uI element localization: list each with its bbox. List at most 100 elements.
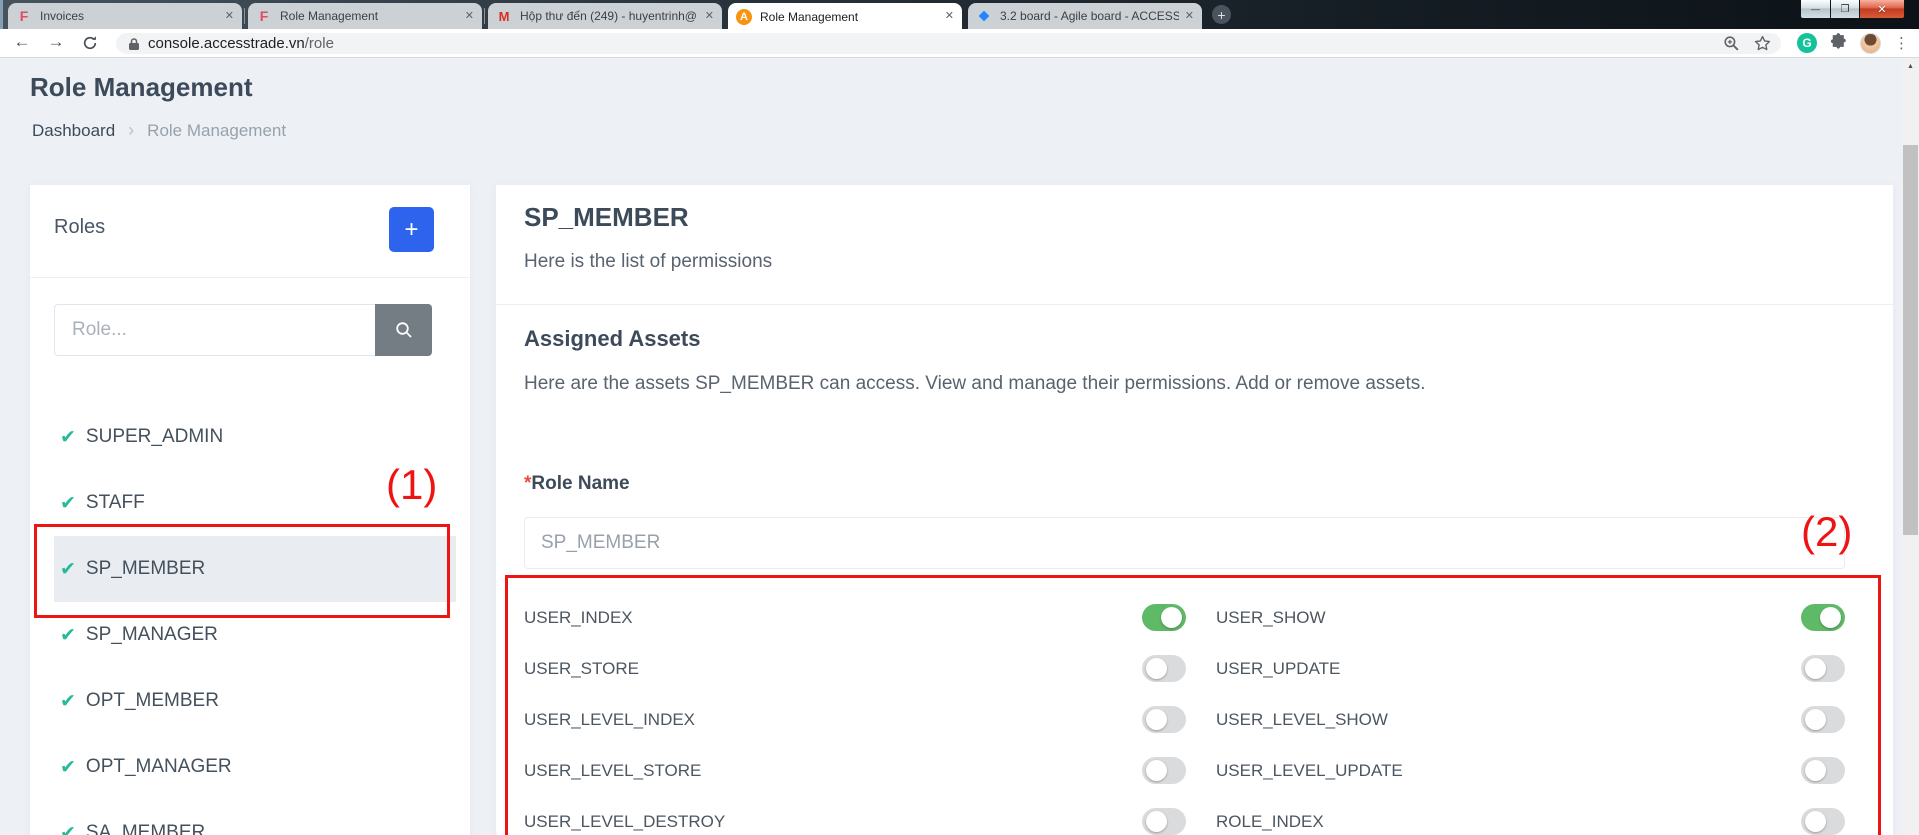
role-list: ✔ SUPER_ADMIN ✔ STAFF ✔ SP_MEMBER ✔ SP_M… — [30, 404, 470, 835]
minimize-button[interactable]: — — [1800, 0, 1830, 19]
back-button[interactable]: ← — [10, 32, 34, 52]
role-name-input[interactable] — [524, 517, 1845, 569]
tab-jira-board[interactable]: 3.2 board - Agile board - ACCESS ✕ — [968, 3, 1202, 29]
close-icon[interactable]: ✕ — [705, 11, 714, 22]
scrollbar-thumb[interactable] — [1903, 145, 1918, 535]
permission-label: USER_LEVEL_SHOW — [1216, 710, 1388, 730]
role-label: SP_MANAGER — [86, 624, 218, 646]
role-search-input[interactable] — [54, 304, 375, 356]
url-domain: console.accesstrade.vn — [148, 35, 305, 52]
role-item-sp-manager[interactable]: ✔ SP_MANAGER — [54, 602, 456, 668]
permission-label: USER_LEVEL_DESTROY — [524, 812, 725, 832]
role-item-opt-manager[interactable]: ✔ OPT_MANAGER — [54, 734, 456, 800]
role-item-sp-member[interactable]: ✔ SP_MEMBER — [54, 536, 456, 602]
toggle-user-level-store[interactable] — [1142, 757, 1186, 784]
tab-title: Hộp thư đến (249) - huyentrinh@ — [520, 9, 699, 23]
toggle-user-update[interactable] — [1801, 655, 1845, 682]
tab-title: Role Management — [760, 10, 939, 24]
frappe-icon: F — [256, 8, 272, 24]
refresh-button[interactable] — [78, 35, 102, 56]
role-name-label: *Role Name — [524, 473, 630, 495]
check-icon: ✔ — [60, 822, 76, 835]
browser-toolbar: ← → console.accesstrade.vn/role G ⋮ — [0, 29, 1919, 58]
permission-label: USER_LEVEL_UPDATE — [1216, 761, 1403, 781]
tab-strip: F Invoices ✕ F Role Management ✕ M Hộp t… — [8, 3, 1208, 29]
toggle-user-level-index[interactable] — [1142, 706, 1186, 733]
roles-panel: Roles + ✔ SUPER_ADMIN ✔ STAFF ✔ SP_MEMBE… — [30, 185, 470, 835]
role-label: SP_MEMBER — [86, 558, 205, 580]
accesstrade-icon: A — [736, 9, 752, 25]
permission-label: USER_SHOW — [1216, 608, 1326, 628]
role-detail-subheading: Here is the list of permissions — [524, 251, 772, 273]
add-role-button[interactable]: + — [389, 207, 434, 252]
address-bar[interactable]: console.accesstrade.vn/role — [116, 33, 1781, 54]
toggle-user-level-destroy[interactable] — [1142, 808, 1186, 835]
close-icon[interactable]: ✕ — [225, 11, 234, 22]
check-icon: ✔ — [60, 624, 76, 647]
permissions-grid: USER_INDEX USER_SHOW USER_STORE USER_UPD… — [524, 592, 1850, 835]
zoom-page-icon[interactable] — [1723, 35, 1740, 57]
tab-gmail-inbox[interactable]: M Hộp thư đến (249) - huyentrinh@ ✕ — [488, 3, 722, 29]
window-controls: — ❐ ✕ — [1800, 0, 1905, 19]
tab-title: 3.2 board - Agile board - ACCESS — [1000, 9, 1179, 23]
frappe-icon: F — [16, 8, 32, 24]
scroll-up-arrow-icon[interactable]: ▲ — [1902, 58, 1919, 75]
toggle-user-store[interactable] — [1142, 655, 1186, 682]
role-item-super-admin[interactable]: ✔ SUPER_ADMIN — [54, 404, 456, 470]
check-icon: ✔ — [60, 690, 76, 713]
grammarly-icon[interactable]: G — [1797, 33, 1817, 53]
tab-title: Invoices — [40, 9, 219, 23]
check-icon: ✔ — [60, 492, 76, 515]
new-tab-button[interactable]: + — [1212, 5, 1231, 24]
permission-label: USER_INDEX — [524, 608, 633, 628]
close-window-button[interactable]: ✕ — [1859, 0, 1905, 19]
roles-panel-header: Roles + — [30, 185, 470, 277]
role-label: STAFF — [86, 492, 145, 514]
close-icon[interactable]: ✕ — [465, 11, 474, 22]
tab-title: Role Management — [280, 9, 459, 23]
jira-icon — [976, 8, 992, 24]
search-button[interactable] — [375, 304, 432, 356]
toggle-user-show[interactable] — [1801, 604, 1845, 631]
extensions-puzzle-icon[interactable] — [1830, 32, 1847, 54]
bookmark-star-icon[interactable] — [1754, 35, 1771, 57]
role-name-label-text: Role Name — [531, 473, 629, 494]
breadcrumb-dashboard[interactable]: Dashboard — [32, 121, 115, 141]
toggle-user-index[interactable] — [1142, 604, 1186, 631]
search-icon — [394, 320, 414, 340]
page-scrollbar[interactable]: ▲ — [1902, 58, 1919, 835]
page-title: Role Management — [30, 72, 253, 103]
tab-role-management-active[interactable]: A Role Management ✕ — [728, 3, 962, 30]
toggle-user-level-update[interactable] — [1801, 757, 1845, 784]
permission-label: USER_LEVEL_STORE — [524, 761, 701, 781]
page-content: Role Management Dashboard › Role Managem… — [0, 58, 1902, 835]
browser-titlebar: F Invoices ✕ F Role Management ✕ M Hộp t… — [0, 0, 1919, 29]
roles-heading: Roles — [54, 216, 105, 239]
chrome-menu-icon[interactable]: ⋮ — [1894, 34, 1909, 52]
permission-label: ROLE_INDEX — [1216, 812, 1324, 832]
check-icon: ✔ — [60, 756, 76, 779]
permission-label: USER_STORE — [524, 659, 639, 679]
role-label: SUPER_ADMIN — [86, 426, 223, 448]
role-item-opt-member[interactable]: ✔ OPT_MEMBER — [54, 668, 456, 734]
restore-button[interactable]: ❐ — [1830, 0, 1859, 19]
check-icon: ✔ — [60, 558, 76, 581]
tab-role-management-1[interactable]: F Role Management ✕ — [248, 3, 482, 29]
close-icon[interactable]: ✕ — [945, 11, 954, 22]
permission-label: USER_UPDATE — [1216, 659, 1340, 679]
toggle-user-level-show[interactable] — [1801, 706, 1845, 733]
breadcrumb: Dashboard › Role Management — [32, 120, 286, 141]
forward-button[interactable]: → — [44, 32, 68, 52]
role-item-sa-member[interactable]: ✔ SA_MEMBER — [54, 800, 456, 835]
lock-icon[interactable] — [128, 37, 140, 51]
profile-avatar[interactable] — [1860, 33, 1881, 54]
tab-invoices[interactable]: F Invoices ✕ — [8, 3, 242, 29]
divider — [496, 304, 1893, 305]
close-icon[interactable]: ✕ — [1185, 11, 1194, 22]
gmail-icon: M — [496, 8, 512, 24]
toggle-role-index[interactable] — [1801, 808, 1845, 835]
role-label: OPT_MANAGER — [86, 756, 232, 778]
assigned-assets-heading: Assigned Assets — [524, 326, 700, 352]
role-item-staff[interactable]: ✔ STAFF — [54, 470, 456, 536]
check-icon: ✔ — [60, 426, 76, 449]
